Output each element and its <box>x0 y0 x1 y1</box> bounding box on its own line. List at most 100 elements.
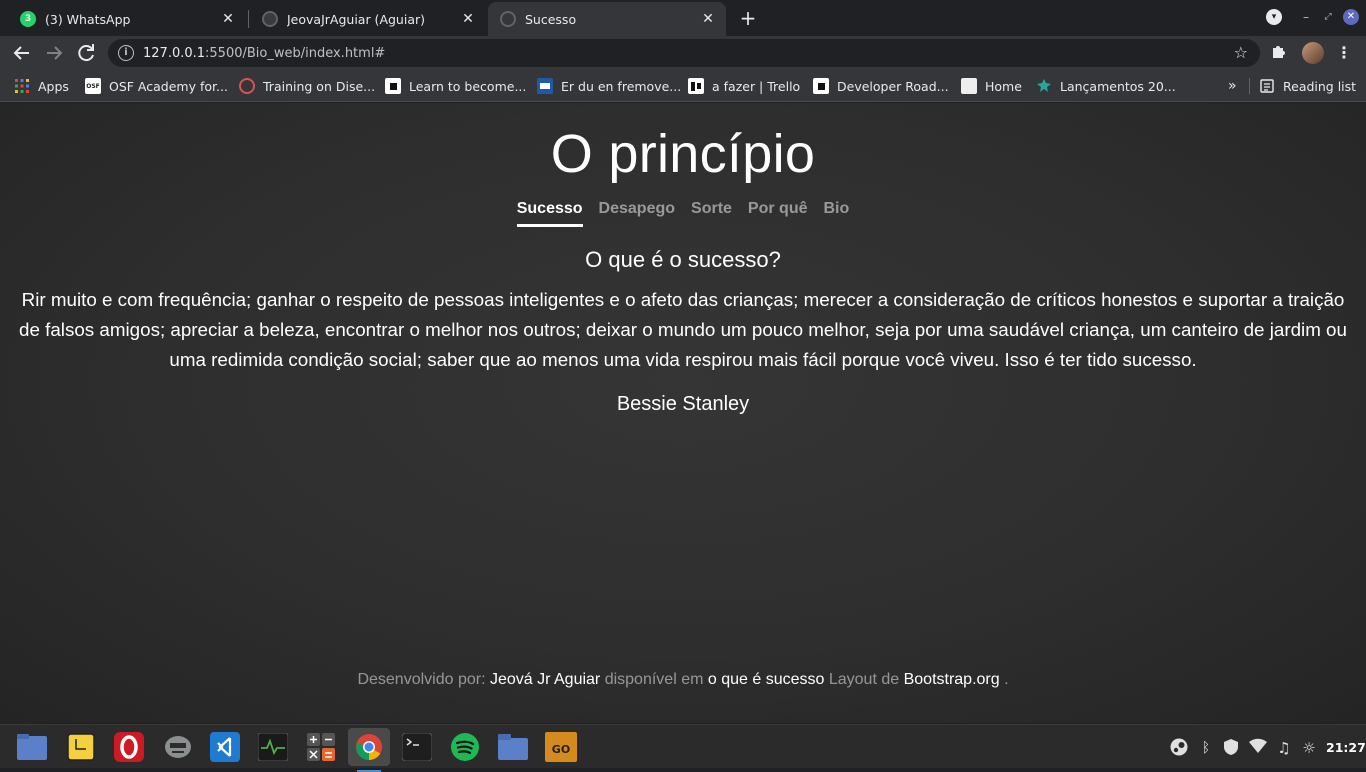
back-icon[interactable] <box>10 41 34 65</box>
files-icon[interactable] <box>16 731 48 763</box>
globe-icon <box>500 11 516 27</box>
bookmarks-bar: Apps OSF OSF Academy for... Training on … <box>0 70 1366 102</box>
system-monitor-face-icon[interactable] <box>162 731 194 763</box>
nav-link-por-que[interactable]: Por quê <box>748 200 808 227</box>
osf-icon: OSF <box>85 78 101 94</box>
bookmark-label: Developer Road... <box>837 78 949 94</box>
nav-link-sorte[interactable]: Sorte <box>691 200 732 227</box>
footer-layout-text: Layout de <box>828 671 900 688</box>
bookmark-learn[interactable]: Learn to become... <box>385 76 526 96</box>
masthead-nav: Sucesso Desapego Sorte Por quê Bio <box>0 200 1366 227</box>
bookmark-label: Apps <box>38 78 69 94</box>
window-close-icon[interactable]: ✕ <box>1343 9 1359 25</box>
address-bar[interactable]: i 127.0.0.1:5500/Bio_web/index.html# ☆ <box>108 39 1260 67</box>
brightness-icon[interactable]: ☼ <box>1299 738 1319 758</box>
page-heading: O que é o sucesso? <box>585 247 781 272</box>
profile-avatar[interactable] <box>1302 42 1324 64</box>
bookmark-label: OSF Academy for... <box>109 78 228 94</box>
browser-toolbar: i 127.0.0.1:5500/Bio_web/index.html# ☆ ⋮ <box>0 36 1366 70</box>
more-menu-icon[interactable]: ⋮ <box>1333 42 1355 64</box>
os-taskbar: GO ᛒ ♫ ☼ 21:27 <box>0 724 1366 772</box>
bookmark-osf[interactable]: OSF OSF Academy for... <box>85 76 228 96</box>
bookmark-fremove[interactable]: Er du en fremove... <box>537 76 681 96</box>
maximize-icon[interactable]: ⤢ <box>1320 9 1336 25</box>
folder-icon[interactable] <box>497 731 529 763</box>
chrome-icon[interactable] <box>348 728 390 772</box>
url-text[interactable]: 127.0.0.1:5500/Bio_web/index.html# <box>143 46 385 61</box>
footer-author-link[interactable]: Jeová Jr Aguiar <box>490 671 600 688</box>
bookmark-label: Training on Dise... <box>263 78 376 94</box>
svg-text:GO: GO <box>552 743 570 756</box>
music-note-icon[interactable]: ♫ <box>1274 738 1294 758</box>
footer-site-link[interactable]: o que é sucesso <box>708 671 825 688</box>
nav-link-desapego[interactable]: Desapego <box>599 200 675 227</box>
vscode-icon[interactable] <box>209 731 241 763</box>
bluetooth-icon[interactable]: ᛒ <box>1196 738 1216 758</box>
roadmap-icon <box>385 78 401 94</box>
new-tab-button[interactable]: + <box>737 7 759 29</box>
forward-icon[interactable] <box>42 41 66 65</box>
training-icon <box>239 78 255 94</box>
bookmark-developer-roadmap[interactable]: Developer Road... <box>813 76 949 96</box>
bookmark-trello[interactable]: a fazer | Trello <box>688 76 800 96</box>
close-icon[interactable]: ✕ <box>220 11 236 27</box>
extensions-puzzle-icon[interactable] <box>1268 42 1290 64</box>
quote-text: Rir muito e com frequência; ganhar o res… <box>19 289 1347 370</box>
home-page-icon <box>961 78 977 94</box>
bookmark-apps[interactable]: Apps <box>14 76 69 96</box>
close-icon[interactable]: ✕ <box>700 11 716 27</box>
reload-icon[interactable] <box>74 41 98 65</box>
whatsapp-icon: 3 <box>20 11 36 27</box>
page-brand: O princípio <box>550 124 816 184</box>
bookmark-lancamentos[interactable]: Lançamentos 20... <box>1036 76 1176 96</box>
bookmark-training[interactable]: Training on Dise... <box>239 76 375 96</box>
bookmark-label: Lançamentos 20... <box>1060 78 1176 94</box>
browser-tabstrip: 3 (3) WhatsApp ✕ JeovaJrAguiar (Aguiar) … <box>0 0 1366 36</box>
notes-icon[interactable] <box>65 731 97 763</box>
nav-link-sucesso[interactable]: Sucesso <box>516 200 583 227</box>
csgo-icon[interactable]: GO <box>545 731 577 763</box>
tab-title: Sucesso <box>525 11 577 27</box>
bookmark-label: Learn to become... <box>409 78 527 94</box>
spotify-icon[interactable] <box>449 731 481 763</box>
footer-suffix: . <box>1004 671 1009 688</box>
bookmark-star-icon[interactable]: ☆ <box>1234 43 1248 62</box>
apps-grid-icon <box>14 78 30 94</box>
reading-list-button[interactable]: Reading list <box>1259 76 1356 96</box>
bookmark-label: Home <box>985 78 1022 94</box>
leaf-icon <box>1036 78 1052 94</box>
footer-prefix: Desenvolvido por: <box>357 671 486 688</box>
tab-title: JeovaJrAguiar (Aguiar) <box>287 11 425 27</box>
tab-search-icon[interactable]: ▾ <box>1266 9 1282 25</box>
tab-sucesso[interactable]: Sucesso ✕ <box>488 2 726 36</box>
nav-link-bio[interactable]: Bio <box>823 200 849 227</box>
bookmarks-divider <box>1249 78 1250 94</box>
shield-icon[interactable] <box>1221 738 1241 758</box>
quote-author: Bessie Stanley <box>616 393 750 415</box>
calculator-icon[interactable] <box>305 731 337 763</box>
close-icon[interactable]: ✕ <box>460 11 476 27</box>
opera-icon[interactable] <box>113 731 145 763</box>
roadmap-icon <box>813 78 829 94</box>
wifi-icon[interactable] <box>1248 738 1268 758</box>
steam-tray-icon[interactable] <box>1169 738 1189 758</box>
github-icon <box>262 11 278 27</box>
tab-github[interactable]: JeovaJrAguiar (Aguiar) ✕ <box>250 2 486 36</box>
footer-middle: disponível em <box>604 671 704 688</box>
activity-monitor-icon[interactable] <box>257 731 289 763</box>
clock: 21:27 <box>1326 740 1366 755</box>
page-content: O princípio Sucesso Desapego Sorte Por q… <box>0 103 1366 723</box>
bookmarks-overflow-icon[interactable]: » <box>1228 76 1237 96</box>
book-icon <box>537 78 553 94</box>
tab-separator <box>248 10 249 28</box>
bookmark-label: a fazer | Trello <box>712 78 801 94</box>
site-info-icon[interactable]: i <box>118 45 134 61</box>
minimize-icon[interactable]: – <box>1298 9 1314 25</box>
page-footer: Desenvolvido por: Jeová Jr Aguiar dispon… <box>0 671 1366 689</box>
trello-icon <box>688 78 704 94</box>
tab-whatsapp[interactable]: 3 (3) WhatsApp ✕ <box>8 2 246 36</box>
footer-bootstrap-link[interactable]: Bootstrap.org <box>904 671 1000 688</box>
bookmark-home[interactable]: Home <box>961 76 1022 96</box>
terminal-icon[interactable] <box>401 731 433 763</box>
reading-list-label: Reading list <box>1283 78 1357 94</box>
